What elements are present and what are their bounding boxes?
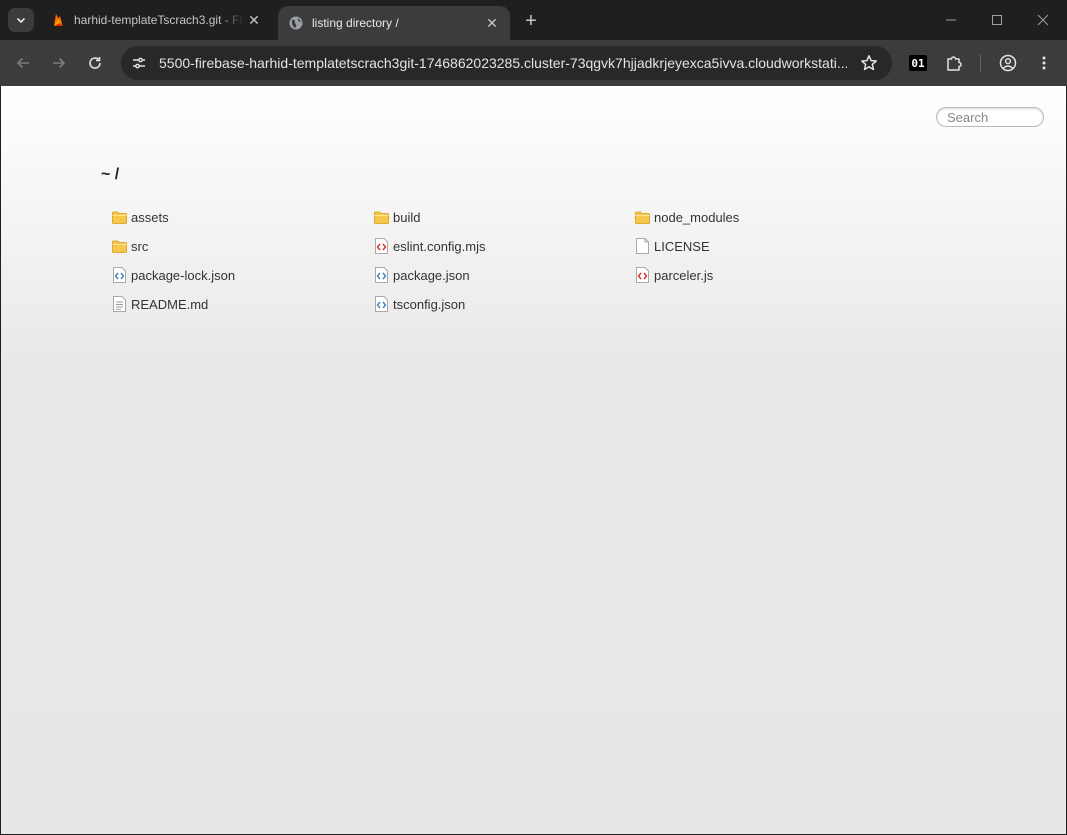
file-item-readme-md[interactable]: README.md (111, 293, 208, 315)
file-item-parceler-js[interactable]: parceler.js (634, 264, 713, 286)
file-item-node-modules[interactable]: node_modules (634, 206, 739, 228)
close-window-button[interactable] (1020, 0, 1066, 40)
reload-button[interactable] (81, 49, 109, 77)
url-text[interactable]: 5500-firebase-harhid-templatetscrach3git… (159, 55, 847, 71)
file-name: eslint.config.mjs (393, 238, 486, 254)
page-viewport: ~ / assets build node_modulessrc eslint.con… (1, 86, 1066, 834)
file-name: build (393, 209, 421, 225)
forward-button[interactable] (45, 49, 73, 77)
arrow-right-icon (53, 57, 66, 69)
tab-listing-directory[interactable]: listing directory / ✕ (278, 6, 510, 40)
address-bar[interactable]: 5500-firebase-harhid-templatetscrach3git… (121, 46, 892, 80)
file-name: README.md (131, 296, 209, 312)
star-icon (861, 55, 877, 71)
file-name: assets (131, 209, 169, 225)
file-item-assets[interactable]: assets (111, 206, 169, 228)
bookmark-star-button[interactable] (858, 52, 880, 74)
code-file-icon (634, 267, 650, 283)
file-item-build[interactable]: build (373, 206, 420, 228)
close-icon (1037, 14, 1049, 26)
tab-title: harhid-templateTscrach3.git - Fi (74, 13, 243, 27)
site-info-button[interactable] (125, 49, 153, 77)
search-input[interactable] (936, 107, 1044, 127)
back-button[interactable] (9, 49, 37, 77)
file-name: tsconfig.json (393, 296, 466, 312)
reload-icon (89, 57, 101, 69)
file-item-tsconfig-json[interactable]: tsconfig.json (373, 293, 465, 315)
close-icon[interactable]: ✕ (482, 13, 502, 33)
file-name: LICENSE (654, 238, 710, 254)
browser-window: harhid-templateTscrach3.git - Fi ✕ listi… (0, 0, 1067, 835)
extensions-button[interactable] (942, 51, 966, 75)
menu-button[interactable] (1032, 51, 1056, 75)
code-file-icon (373, 238, 389, 254)
file-item-package-json[interactable]: package.json (373, 264, 470, 286)
close-icon[interactable]: ✕ (244, 10, 264, 30)
file-name: node_modules (654, 209, 740, 225)
tab-strip: harhid-templateTscrach3.git - Fi ✕ listi… (0, 0, 1067, 40)
folder-icon (634, 209, 650, 225)
minimize-button[interactable] (928, 0, 974, 40)
file-item-eslint-config-mjs[interactable]: eslint.config.mjs (373, 235, 485, 257)
browser-toolbar: 5500-firebase-harhid-templatetscrach3git… (0, 40, 1067, 86)
file-name: package.json (393, 267, 470, 283)
file-name: package-lock.json (131, 267, 236, 283)
tab-title: listing directory / (312, 16, 399, 30)
tab-firebase[interactable]: harhid-templateTscrach3.git - Fi ✕ (40, 0, 272, 40)
toolbar-separator (980, 54, 981, 72)
extension-01-button[interactable]: 01 (906, 51, 930, 75)
json-file-icon (111, 267, 127, 283)
text-file-icon (111, 296, 127, 312)
extension-badge: 01 (909, 55, 927, 71)
firebase-icon (54, 14, 63, 26)
account-circle-icon (999, 54, 1017, 72)
maximize-button[interactable] (974, 0, 1020, 40)
file-item-package-lock-json[interactable]: package-lock.json (111, 264, 235, 286)
minimize-icon (946, 19, 956, 21)
new-tab-button[interactable]: + (520, 10, 542, 32)
directory-path: ~ / (101, 166, 120, 183)
file-name: src (131, 238, 149, 254)
folder-icon (111, 238, 127, 254)
chevron-down-icon (16, 17, 26, 24)
maximize-icon (992, 15, 1002, 25)
folder-icon (111, 209, 127, 225)
globe-icon (289, 16, 303, 30)
profile-button[interactable] (996, 51, 1020, 75)
json-file-icon (373, 296, 389, 312)
json-file-icon (373, 267, 389, 283)
blank-file-icon (634, 238, 650, 254)
more-vert-icon (1042, 56, 1046, 70)
tune-icon (133, 57, 145, 69)
folder-icon (373, 209, 389, 225)
file-name: parceler.js (654, 267, 714, 283)
tab-search-button[interactable] (8, 8, 34, 32)
file-item-license[interactable]: LICENSE (634, 235, 710, 257)
puzzle-icon (947, 56, 962, 71)
arrow-left-icon (16, 57, 29, 69)
file-item-src[interactable]: src (111, 235, 148, 257)
